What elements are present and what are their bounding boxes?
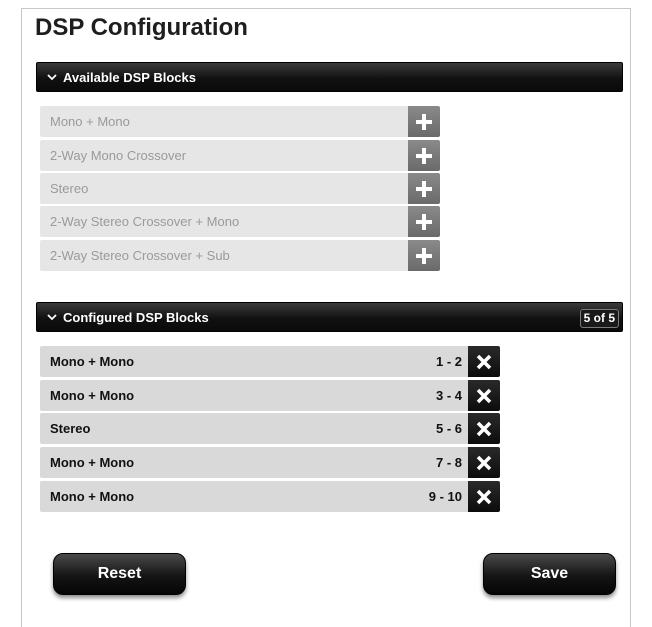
close-icon bbox=[476, 489, 492, 504]
available-block-row: Mono + Mono bbox=[40, 106, 440, 137]
channel-range: 1 - 2 bbox=[435, 354, 462, 369]
plus-icon bbox=[416, 247, 432, 264]
add-block-button[interactable] bbox=[408, 173, 440, 204]
close-icon bbox=[476, 421, 492, 436]
channel-range: 7 - 8 bbox=[435, 455, 462, 470]
configured-block-label: Mono + Mono bbox=[50, 388, 135, 403]
available-block-row: Stereo bbox=[40, 173, 440, 204]
plus-icon bbox=[416, 213, 432, 230]
available-block-label: 2-Way Mono Crossover bbox=[40, 140, 408, 171]
available-block-label: Mono + Mono bbox=[40, 106, 408, 137]
add-block-button[interactable] bbox=[408, 140, 440, 171]
channel-range: 5 - 6 bbox=[435, 421, 462, 436]
configured-block-label: Mono + Mono bbox=[50, 354, 135, 369]
configured-block-row: Mono + Mono 9 - 10 bbox=[40, 481, 500, 512]
remove-block-button[interactable] bbox=[468, 380, 500, 411]
configured-blocks-header[interactable]: Configured DSP Blocks 5 of 5 bbox=[36, 302, 623, 332]
plus-icon bbox=[416, 113, 432, 130]
available-block-row: 2-Way Stereo Crossover + Sub bbox=[40, 240, 440, 271]
plus-icon bbox=[416, 147, 432, 164]
remove-block-button[interactable] bbox=[468, 346, 500, 377]
available-block-row: 2-Way Mono Crossover bbox=[40, 140, 440, 171]
configured-blocks-title: Configured DSP Blocks bbox=[63, 309, 209, 325]
page-title: DSP Configuration bbox=[35, 14, 248, 41]
available-blocks-header[interactable]: Available DSP Blocks bbox=[36, 62, 623, 92]
add-block-button[interactable] bbox=[408, 206, 440, 237]
configured-block-row: Mono + Mono 7 - 8 bbox=[40, 447, 500, 478]
configured-block-row: Mono + Mono 3 - 4 bbox=[40, 380, 500, 411]
chevron-down-icon bbox=[47, 314, 57, 321]
configured-block-row: Stereo 5 - 6 bbox=[40, 413, 500, 444]
remove-block-button[interactable] bbox=[468, 481, 500, 512]
reset-button[interactable]: Reset bbox=[53, 553, 186, 595]
configured-block-label-box: Mono + Mono 3 - 4 bbox=[40, 380, 468, 411]
channel-range: 9 - 10 bbox=[428, 489, 462, 504]
configured-block-label: Mono + Mono bbox=[50, 455, 135, 470]
plus-icon bbox=[416, 180, 432, 197]
configured-block-label-box: Mono + Mono 7 - 8 bbox=[40, 447, 468, 478]
available-block-label: 2-Way Stereo Crossover + Mono bbox=[40, 206, 408, 237]
remove-block-button[interactable] bbox=[468, 413, 500, 444]
configured-block-label-box: Stereo 5 - 6 bbox=[40, 413, 468, 444]
add-block-button[interactable] bbox=[408, 240, 440, 271]
available-blocks-title: Available DSP Blocks bbox=[63, 69, 196, 85]
configured-block-label: Stereo bbox=[50, 421, 91, 436]
close-icon bbox=[476, 388, 492, 403]
configured-block-row: Mono + Mono 1 - 2 bbox=[40, 346, 500, 377]
remove-block-button[interactable] bbox=[468, 447, 500, 478]
save-button[interactable]: Save bbox=[483, 553, 616, 595]
close-icon bbox=[476, 354, 492, 369]
close-icon bbox=[476, 455, 492, 470]
chevron-down-icon bbox=[47, 74, 57, 81]
available-block-row: 2-Way Stereo Crossover + Mono bbox=[40, 206, 440, 237]
channel-range: 3 - 4 bbox=[435, 388, 462, 403]
configured-block-label-box: Mono + Mono 1 - 2 bbox=[40, 346, 468, 377]
configured-count-badge: 5 of 5 bbox=[579, 309, 619, 328]
available-block-label: Stereo bbox=[40, 173, 408, 204]
configured-block-label: Mono + Mono bbox=[50, 489, 135, 504]
add-block-button[interactable] bbox=[408, 106, 440, 137]
configured-block-label-box: Mono + Mono 9 - 10 bbox=[40, 481, 468, 512]
available-block-label: 2-Way Stereo Crossover + Sub bbox=[40, 240, 408, 271]
